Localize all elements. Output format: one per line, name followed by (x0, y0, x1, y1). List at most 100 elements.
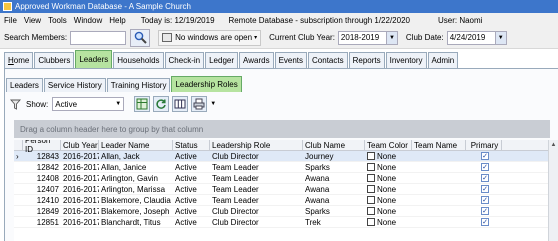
color-swatch (367, 152, 375, 160)
team-color-value: None (377, 173, 397, 183)
col-team-name[interactable]: Team Name (412, 140, 466, 151)
refresh-icon (156, 99, 166, 109)
search-button[interactable] (130, 28, 151, 47)
table-row[interactable]: 12407 2016-2017 Arlington, Marissa Active Te… (14, 184, 558, 195)
grid-scrollbar[interactable]: ▲ (548, 140, 558, 241)
window-icon (162, 33, 173, 42)
row-indicator (14, 162, 23, 173)
cell-leader-name: Blakemore, Joseph (101, 206, 170, 216)
menu-window[interactable]: Window (74, 16, 102, 25)
cell-person-id: 12851 (36, 217, 59, 227)
col-club-name[interactable]: Club Name (303, 140, 365, 151)
cell-team-color: None (365, 195, 412, 206)
tab-leaders[interactable]: Leaders (75, 50, 113, 68)
menu-tools[interactable]: Tools (48, 16, 67, 25)
table-row[interactable]: 12408 2016-2017 Arlington, Gavin Active Team… (14, 173, 558, 184)
cell-leadership-role: Club Director (212, 206, 259, 216)
primary-checkbox[interactable]: ✓ (481, 152, 489, 160)
subtab-leadership-roles[interactable]: Leadership Roles (171, 76, 242, 92)
leaders-subtabs: Leaders Service History Training History… (6, 76, 243, 92)
user-label: User: Naomi (437, 15, 483, 25)
export-excel-button[interactable] (134, 96, 151, 112)
cell-club-year: 2016-2017 (63, 195, 99, 205)
subtab-training-history[interactable]: Training History (106, 78, 171, 92)
col-primary[interactable]: Primary (466, 140, 502, 151)
color-swatch (367, 196, 375, 204)
menu-file[interactable]: File (4, 16, 17, 25)
app-icon (3, 2, 12, 11)
primary-checkbox[interactable]: ✓ (481, 185, 489, 193)
tab-households[interactable]: Households (113, 52, 164, 68)
tab-inventory[interactable]: Inventory (385, 52, 427, 68)
cell-club-name: Awana (305, 184, 330, 194)
title-bar: Approved Workman Database - A Sample Chu… (0, 0, 558, 13)
primary-checkbox[interactable]: ✓ (481, 163, 489, 171)
show-label: Show: (26, 99, 49, 109)
windows-dropdown[interactable]: No windows are open ▾ (158, 29, 262, 46)
cell-team-name (412, 162, 466, 173)
col-club-year[interactable]: Club Year (61, 140, 99, 151)
chevron-down-icon[interactable]: ▼ (210, 101, 216, 107)
remote-database-label: Remote Database - subscription through 1… (228, 15, 410, 25)
main-tabs: Home Clubbers Leaders Households Check-i… (4, 50, 558, 69)
table-row[interactable]: 12849 2016-2017 Blakemore, Joseph Active Clu… (14, 206, 558, 217)
tab-check-in[interactable]: Check-in (164, 52, 205, 68)
menu-bar: File View Tools Window Help Today is: 12… (0, 13, 558, 27)
primary-checkbox[interactable]: ✓ (481, 207, 489, 215)
row-indicator-header (14, 140, 23, 151)
group-by-area[interactable]: Drag a column header here to group by th… (14, 120, 550, 138)
tab-contacts[interactable]: Contacts (308, 52, 348, 68)
tab-awards[interactable]: Awards (239, 52, 274, 68)
tab-admin[interactable]: Admin (427, 52, 459, 68)
team-color-value: None (377, 151, 397, 161)
main-toolbar: Search Members: No windows are open ▾ Cu… (0, 27, 558, 49)
primary-checkbox[interactable]: ✓ (481, 196, 489, 204)
cell-team-name (412, 217, 466, 228)
print-button[interactable] (191, 96, 208, 112)
today-label: Today is: 12/19/2019 (140, 15, 215, 25)
row-indicator (14, 184, 23, 195)
leadership-roles-grid: Person ID Club Year Leader Name Status L… (14, 140, 558, 241)
primary-checkbox[interactable]: ✓ (481, 218, 489, 226)
cell-club-name: Sparks (305, 162, 330, 172)
primary-checkbox[interactable]: ✓ (481, 174, 489, 182)
cell-club-name: Trek (305, 217, 321, 227)
menu-help[interactable]: Help (109, 16, 125, 25)
table-row[interactable]: 12851 2016-2017 Blanchardt, Titus Active Clu… (14, 217, 558, 228)
chevron-down-icon: ▼ (385, 31, 397, 44)
tab-reports[interactable]: Reports (348, 52, 385, 68)
columns-button[interactable] (172, 96, 189, 112)
table-row[interactable]: 12842 2016-2017 Allan, Janice Active Team Le… (14, 162, 558, 173)
tab-home[interactable]: Home (4, 52, 34, 68)
show-filter-select[interactable]: Active ▼ (52, 97, 125, 111)
scroll-up-icon[interactable]: ▲ (549, 140, 558, 149)
subtab-leaders[interactable]: Leaders (6, 78, 43, 92)
col-leadership-role[interactable]: Leadership Role (210, 140, 303, 151)
col-status[interactable]: Status (173, 140, 210, 151)
menu-view[interactable]: View (24, 16, 41, 25)
table-row[interactable]: › 12843 2016-2017 Allan, Jack Active Club Dir… (14, 151, 558, 162)
team-color-value: None (377, 195, 397, 205)
table-row[interactable]: 12410 2016-2017 Blakemore, Claudia Active Te… (14, 195, 558, 206)
col-leader-name[interactable]: Leader Name (99, 140, 173, 151)
club-date-picker[interactable]: 4/24/2019 ▼ (446, 30, 507, 45)
cell-person-id: 12849 (36, 206, 59, 216)
window-title: Approved Workman Database - A Sample Chu… (15, 2, 191, 11)
cell-status: Active (175, 151, 197, 161)
tab-ledger[interactable]: Ledger (205, 52, 239, 68)
col-team-color[interactable]: Team Color (365, 140, 412, 151)
col-person-id[interactable]: Person ID (23, 140, 61, 154)
row-indicator: › (16, 151, 19, 161)
tab-events[interactable]: Events (274, 52, 308, 68)
search-icon (134, 31, 147, 44)
search-members-input[interactable] (70, 30, 127, 45)
club-year-select[interactable]: 2018-2019 ▼ (337, 30, 398, 45)
refresh-button[interactable] (153, 96, 170, 112)
filter-icon (10, 99, 21, 110)
cell-status: Active (175, 217, 197, 227)
tab-clubbers[interactable]: Clubbers (34, 52, 75, 68)
subtab-service-history[interactable]: Service History (43, 78, 106, 92)
cell-leadership-role: Team Leader (212, 173, 259, 183)
cell-team-name (412, 184, 466, 195)
cell-leadership-role: Team Leader (212, 195, 259, 205)
